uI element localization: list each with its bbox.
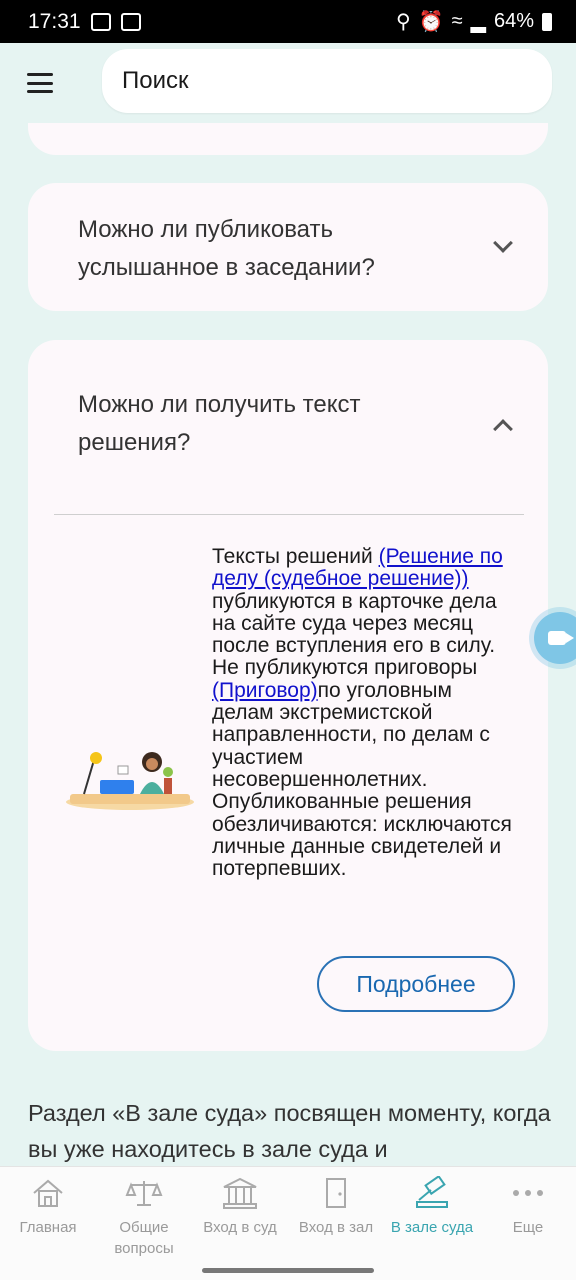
- nav-item-in-courtroom[interactable]: В зале суда: [384, 1167, 480, 1267]
- nav-label: В зале суда: [390, 1219, 474, 1236]
- courthouse-icon: [223, 1177, 257, 1209]
- nav-label: Вход в зал: [298, 1219, 374, 1236]
- alarm-icon: ⏰: [418, 11, 444, 33]
- gavel-icon: [416, 1176, 448, 1208]
- faq-answer: Тексты решений (Решение по делу (судебно…: [212, 545, 518, 881]
- divider: [54, 514, 524, 515]
- menu-button[interactable]: [0, 43, 80, 123]
- faq-card-previous: [28, 123, 548, 155]
- nav-label: Главная: [19, 1219, 77, 1236]
- chevron-up-icon[interactable]: [493, 419, 513, 439]
- camera-icon: [548, 631, 574, 645]
- home-indicator[interactable]: [202, 1268, 374, 1273]
- more-button[interactable]: Подробнее: [317, 956, 515, 1012]
- nav-item-hall-entry[interactable]: Вход в зал: [288, 1167, 384, 1267]
- bottom-navigation: Главная Общие вопросы Вход в суд Вход в …: [0, 1166, 576, 1280]
- status-time: 17:31: [28, 9, 81, 33]
- nav-item-home[interactable]: Главная: [0, 1167, 96, 1267]
- nav-item-court-entry[interactable]: Вход в суд: [192, 1167, 288, 1267]
- signal-icon: ▂: [470, 11, 486, 33]
- section-intro-text: Раздел «В зале суда» посвящен моменту, к…: [28, 1100, 551, 1162]
- nav-label: Вход в суд: [203, 1219, 277, 1236]
- key-icon: ⚲: [396, 11, 411, 33]
- top-app-bar: Поиск: [0, 43, 576, 123]
- answer-text: по уголовным делам экстремистской направ…: [212, 678, 512, 881]
- faq-item[interactable]: Можно ли публиковать услышанное в заседа…: [28, 183, 548, 311]
- woman-at-desk-illustration: [66, 752, 194, 810]
- answer-text: Тексты решений: [212, 545, 379, 568]
- chevron-down-icon[interactable]: [493, 233, 513, 253]
- wifi-icon: ≈: [451, 10, 463, 32]
- link-sentence[interactable]: (Приговор): [212, 679, 318, 702]
- content-scroll[interactable]: Можно ли публиковать услышанное в заседа…: [0, 123, 576, 1166]
- gallery-icon: [90, 12, 111, 31]
- answer-text: публикуются в карточке дела на сайте суд…: [212, 589, 497, 680]
- status-bar: 17:31 ⚲ ⏰ ≈ ▂ 64%: [0, 0, 576, 43]
- faq-item-expanded[interactable]: Можно ли получить текст решения? Тексты …: [28, 340, 548, 1051]
- home-icon: [33, 1179, 63, 1207]
- nav-label: Еще: [512, 1219, 544, 1236]
- nav-item-more[interactable]: Еще: [480, 1167, 576, 1267]
- battery-percent: 64%: [493, 10, 534, 32]
- more-button-label: Подробнее: [356, 970, 476, 997]
- nav-label: Общие вопросы: [114, 1219, 174, 1257]
- faq-question: Можно ли получить текст решения?: [78, 391, 361, 456]
- nav-item-general-questions[interactable]: Общие вопросы: [96, 1167, 192, 1267]
- video-icon: [120, 12, 141, 31]
- search-input[interactable]: Поиск: [102, 49, 552, 113]
- battery-icon: [542, 12, 552, 31]
- scales-icon: [125, 1181, 163, 1206]
- door-icon: [326, 1178, 346, 1208]
- more-icon: [513, 1190, 543, 1196]
- hamburger-icon: [27, 73, 53, 93]
- search-placeholder: Поиск: [122, 67, 189, 94]
- faq-question: Можно ли публиковать услышанное в заседа…: [78, 216, 375, 281]
